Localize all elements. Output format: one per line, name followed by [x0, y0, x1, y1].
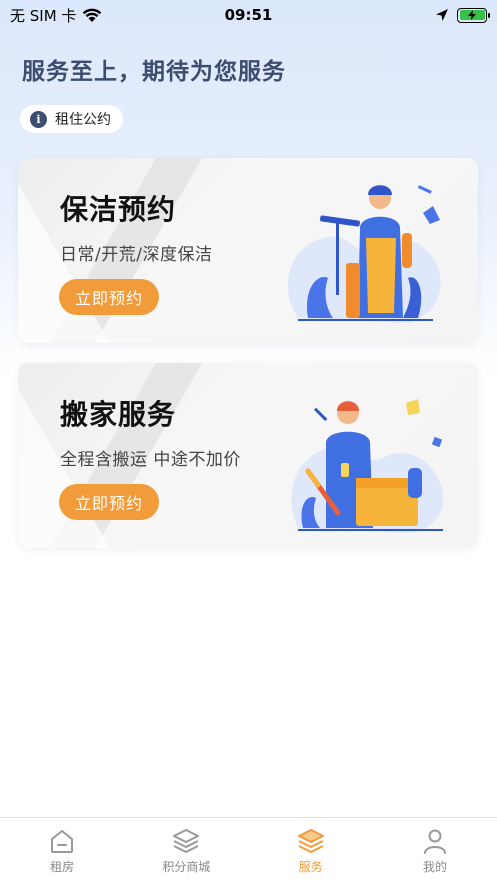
status-bar: 无 SIM 卡 09:51	[0, 0, 497, 30]
rules-pill-label: 租住公约	[55, 112, 111, 128]
bottom-tab-bar: 租房 积分商城 服务 我的	[0, 817, 497, 883]
rules-pill-button[interactable]: i 租住公约	[20, 105, 123, 133]
page-headline: 服务至上，期待为您服务	[22, 59, 286, 85]
book-now-button[interactable]: 立即预约	[59, 484, 159, 520]
layers-icon	[297, 829, 324, 853]
carrier-label: 无 SIM 卡	[10, 6, 77, 25]
house-icon	[51, 830, 74, 853]
wifi-icon	[83, 8, 102, 22]
cleaner-illustration-icon	[287, 185, 441, 323]
cleaning-service-card[interactable]: 保洁预约 日常/开荒/深度保洁 立即预约	[18, 158, 478, 343]
tab-label: 服务	[298, 860, 323, 874]
status-right	[435, 7, 490, 23]
info-icon: i	[30, 110, 47, 128]
card-subtitle: 全程含搬运 中途不加价	[60, 450, 241, 470]
layers-icon	[173, 829, 200, 853]
tab-mine[interactable]: 我的	[373, 818, 497, 883]
location-arrow-icon	[436, 9, 448, 21]
person-icon	[423, 829, 446, 854]
tab-points-mall[interactable]: 积分商城	[124, 818, 248, 883]
tab-rent[interactable]: 租房	[0, 818, 124, 883]
tab-service[interactable]: 服务	[249, 818, 373, 883]
charging-bolt-icon	[468, 10, 476, 20]
card-subtitle: 日常/开荒/深度保洁	[60, 245, 213, 265]
moving-service-card[interactable]: 搬家服务 全程含搬运 中途不加价 立即预约	[18, 363, 478, 548]
tab-label: 积分商城	[162, 860, 211, 874]
book-now-button[interactable]: 立即预约	[59, 279, 159, 315]
tab-label: 租房	[50, 860, 75, 874]
card-title: 保洁预约	[60, 193, 177, 226]
status-left: 无 SIM 卡	[10, 5, 102, 26]
mover-illustration-icon	[291, 399, 444, 533]
battery-icon	[457, 7, 490, 23]
card-title: 搬家服务	[60, 398, 177, 431]
tab-label: 我的	[422, 860, 447, 874]
